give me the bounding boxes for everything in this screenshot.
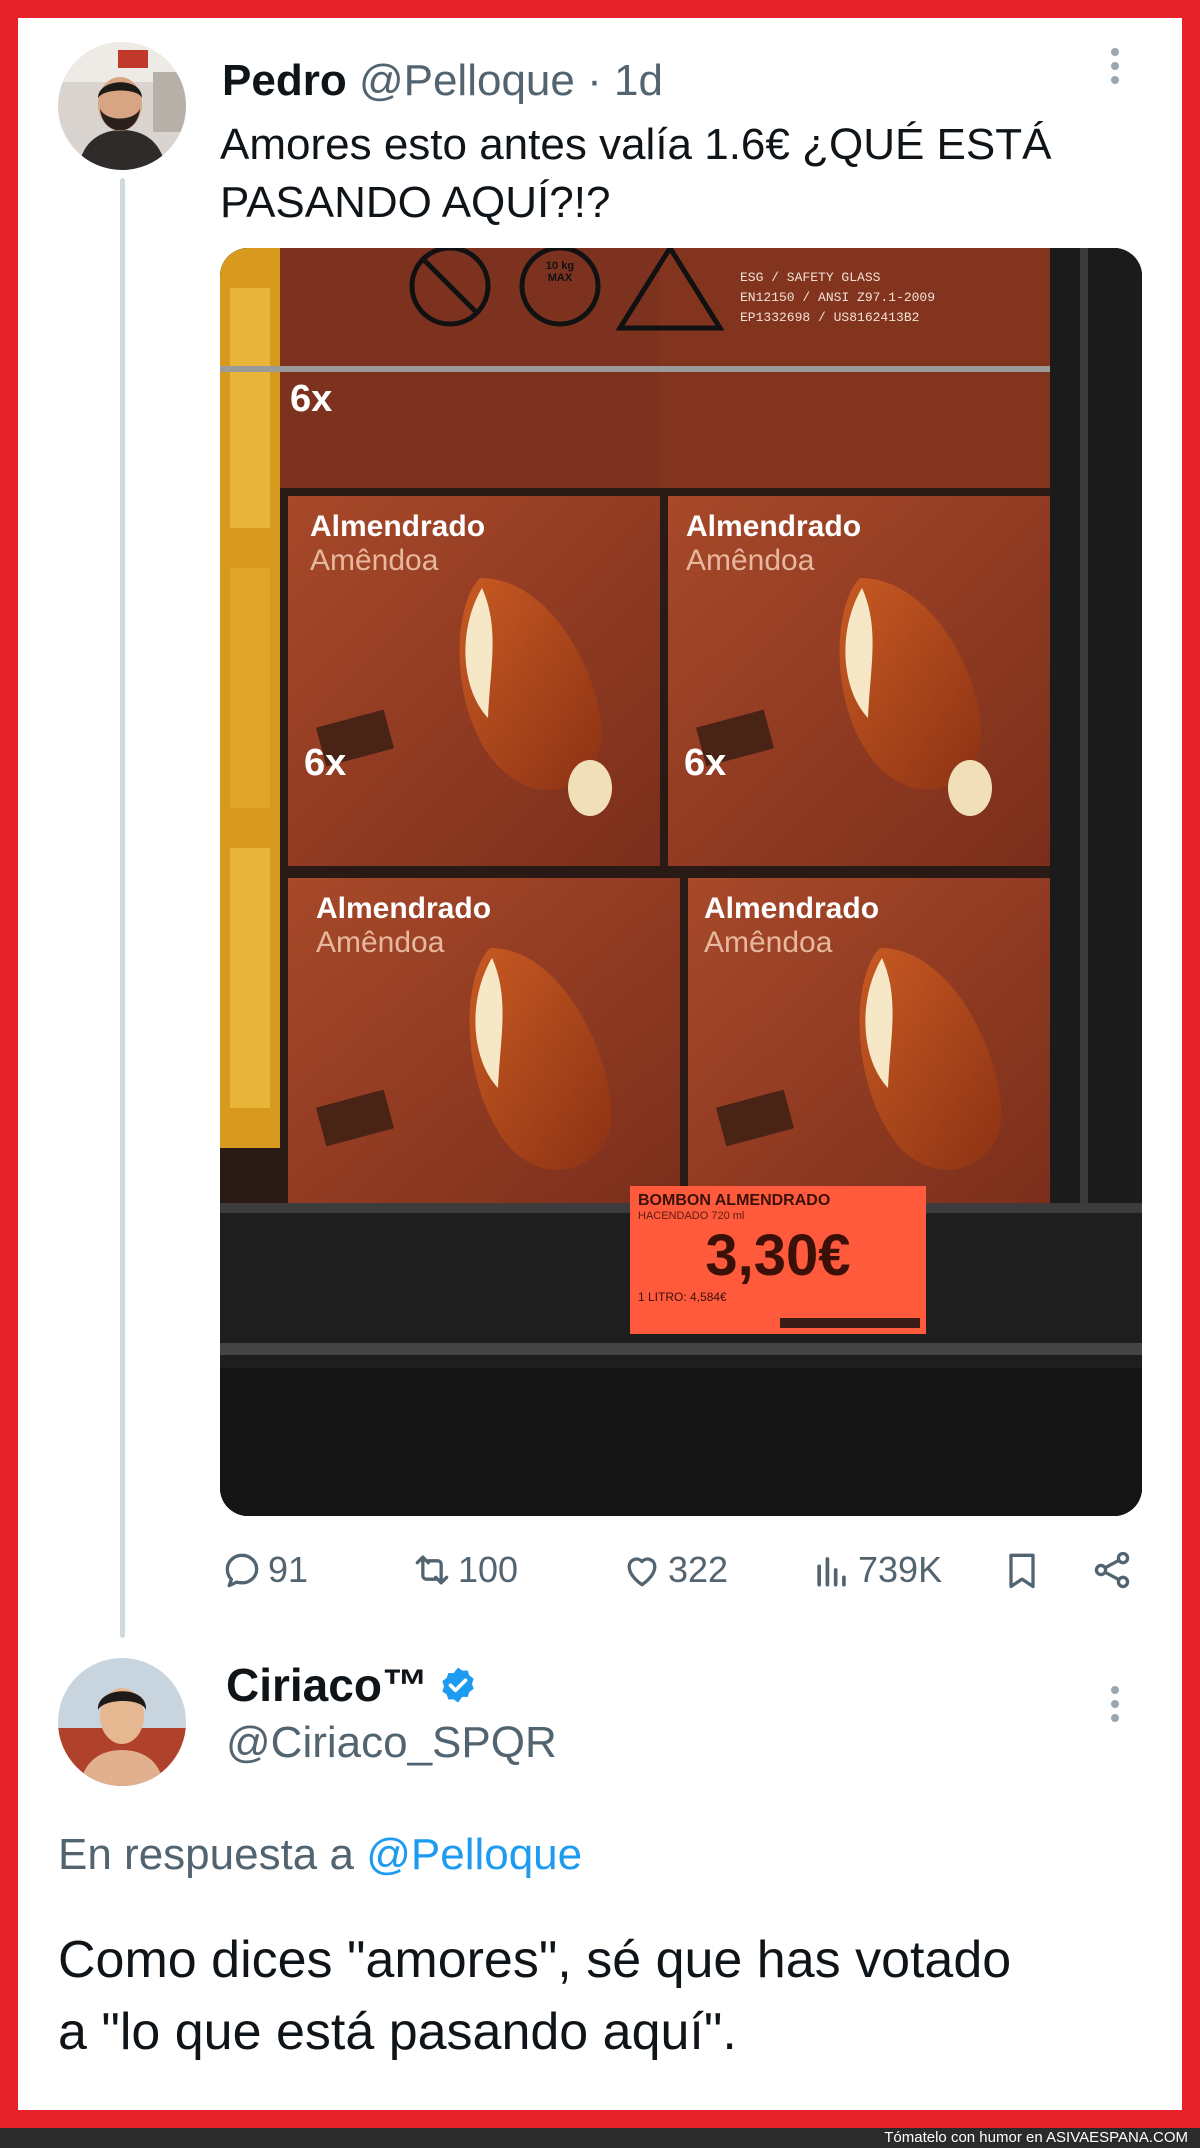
box-label-2: Almendrado Amêndoa: [686, 510, 861, 578]
product-name: Almendrado: [686, 510, 862, 543]
thread-connector-line: [120, 178, 125, 1638]
in-reply-to: En respuesta a @Pelloque: [58, 1830, 582, 1880]
watermark-prefix: Tómatelo con humor en: [884, 2129, 1043, 2146]
reply-text-line-1: Como dices "amores", sé que has votado: [58, 1931, 1012, 1989]
glass-warning-line-3: EP1332698 / US8162413B2: [740, 310, 920, 325]
box-label-3: Almendrado Amêndoa: [316, 892, 491, 960]
retweet-count: 100: [458, 1549, 519, 1590]
product-subname: Amêndoa: [686, 544, 815, 577]
avatar-ciriaco[interactable]: [58, 1658, 186, 1786]
avatar-pedro-image: [58, 42, 186, 170]
watermark-text: Tómatelo con humor en ASIVAESPANA.COM: [884, 2128, 1188, 2148]
price-per-litre: 1 LITRO: 4,584€: [638, 1290, 727, 1304]
header-separator: ·: [587, 56, 602, 105]
tweet-actions: 91 100 322 739K: [220, 1548, 1140, 1604]
share-button[interactable]: [1090, 1548, 1138, 1592]
box-label-4: Almendrado Amêndoa: [704, 892, 879, 960]
more-options-icon[interactable]: [1110, 48, 1120, 92]
glass-warning: ESG / SAFETY GLASS EN12150 / ANSI Z97.1-…: [740, 268, 935, 328]
glass-warning-line-2: EN12150 / ANSI Z97.1-2009: [740, 290, 936, 305]
reply-text: Como dices "amores", sé que has votado a…: [58, 1924, 1158, 2068]
price-product-name: BOMBON ALMENDRADO: [638, 1192, 831, 1209]
pack-count: 6x: [684, 742, 727, 784]
like-count: 322: [668, 1549, 729, 1590]
pack-count: 6x: [304, 742, 347, 784]
product-subname: Amêndoa: [310, 544, 439, 577]
tweet-photo[interactable]: 10 kg MAX ESG / SAFETY GLASS EN12150 / A…: [220, 248, 1142, 1516]
product-subname: Amêndoa: [316, 926, 445, 959]
avatar-ciriaco-image: [58, 1658, 186, 1786]
watermark-site[interactable]: ASIVAESPANA.COM: [1046, 2129, 1188, 2146]
reply-text-line-2: a "lo que está pasando aquí".: [58, 2003, 737, 2061]
price-value: 3,30€: [705, 1223, 851, 1288]
pack-count: 6x: [290, 378, 333, 420]
in-reply-mention[interactable]: @Pelloque: [366, 1830, 582, 1879]
product-name: Almendrado: [316, 892, 492, 925]
bookmark-button[interactable]: [1000, 1548, 1048, 1592]
reply-author-handle[interactable]: @Ciriaco_SPQR: [226, 1718, 557, 1768]
reply-author-name: Ciriaco™: [226, 1659, 428, 1711]
tweet-text-line-2: PASANDO AQUÍ?!?: [220, 178, 611, 227]
avatar-pedro[interactable]: [58, 42, 186, 170]
views-icon: [817, 1557, 846, 1587]
bookmark-icon: [1009, 1553, 1035, 1589]
tweet-thread-card: Pedro @Pelloque · 1d Amores esto antes v…: [18, 18, 1182, 2110]
price-brand: HACENDADO 720 ml: [638, 1210, 745, 1222]
box-label-1: Almendrado Amêndoa: [310, 510, 485, 578]
author-name[interactable]: Pedro: [222, 56, 347, 105]
reply-more-options-icon[interactable]: [1110, 1686, 1120, 1730]
price-tag: BOMBON ALMENDRADO HACENDADO 720 ml 3,30€…: [638, 1192, 918, 1304]
weight-label: 10 kg MAX: [545, 260, 575, 284]
product-subname: Amêndoa: [704, 926, 833, 959]
product-name: Almendrado: [310, 510, 486, 543]
watermark-bar: Tómatelo con humor en ASIVAESPANA.COM: [0, 2128, 1200, 2148]
views-count: 739K: [858, 1549, 943, 1590]
reply-icon: [225, 1553, 259, 1588]
reply-button[interactable]: 91: [220, 1548, 308, 1592]
verified-badge-icon: [442, 1667, 474, 1703]
author-handle[interactable]: @Pelloque: [359, 56, 575, 105]
share-icon: [1094, 1551, 1130, 1589]
retweet-button[interactable]: 100: [410, 1548, 518, 1592]
heart-icon: [627, 1557, 657, 1587]
in-reply-prefix: En respuesta a: [58, 1830, 354, 1879]
glass-warning-line-1: ESG / SAFETY GLASS: [740, 270, 881, 285]
retweet-icon: [415, 1555, 449, 1585]
tweet-time[interactable]: 1d: [614, 56, 663, 105]
product-name: Almendrado: [704, 892, 880, 925]
tweet-text: Amores esto antes valía 1.6€ ¿QUÉ ESTÁ P…: [220, 116, 1120, 232]
views-button[interactable]: 739K: [810, 1548, 942, 1592]
reply-count: 91: [268, 1549, 309, 1590]
tweet-text-line-1: Amores esto antes valía 1.6€ ¿QUÉ ESTÁ: [220, 120, 1052, 169]
reply-author[interactable]: Ciriaco™: [226, 1658, 478, 1712]
ice-cream-freezer-photo: [220, 248, 1142, 1516]
like-button[interactable]: 322: [620, 1548, 728, 1592]
tweet-header: Pedro @Pelloque · 1d: [222, 56, 663, 106]
